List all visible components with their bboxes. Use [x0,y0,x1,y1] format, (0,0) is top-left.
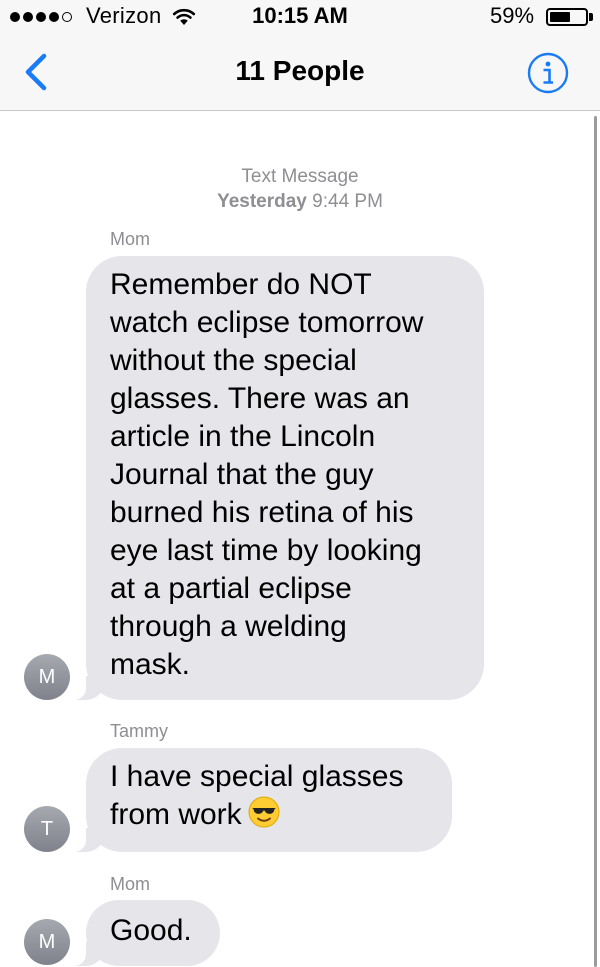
messages-screen: Verizon 10:15 AM 59% 11 People Text Mess… [0,0,600,967]
conversation-timestamp: Yesterday 9:44 PM [0,190,600,213]
scroll-indicator[interactable] [594,116,597,967]
message-text: I have special glasses from work [110,758,428,834]
navigation-bar: 11 People [0,34,600,111]
conversation-title: 11 People [235,55,365,86]
battery-tip [589,13,593,21]
message-bubble[interactable]: Remember do NOT watch eclipse tomorrow w… [66,256,484,700]
timestamp-time: 9:44 PM [312,191,383,212]
battery-percentage: 59% [490,3,535,28]
sunglasses-face-emoji [248,796,280,828]
battery-level-fill [550,12,571,22]
bubble-tail [66,676,104,700]
chevron-left-icon [25,53,47,91]
bubble-tail [66,942,104,966]
avatar[interactable]: M [24,919,70,965]
timestamp-date: Yesterday [217,191,307,212]
conversation-service-label: Text Message [241,166,359,187]
sender-name: Mom [110,229,150,249]
sender-name: Mom [110,874,150,894]
message-text: Remember do NOT watch eclipse tomorrow w… [110,268,424,681]
status-bar: Verizon 10:15 AM 59% [0,0,600,34]
message-bubble[interactable]: I have special glasses from work [66,748,452,852]
bubble-tail [66,828,104,852]
avatar[interactable]: M [24,654,70,700]
avatar[interactable]: T [24,806,70,852]
sender-name: Tammy [110,721,168,741]
back-button[interactable] [18,48,58,96]
info-button[interactable] [526,51,570,95]
battery-icon [546,8,588,26]
info-icon [527,52,569,94]
message-text: Good. [110,914,192,947]
message-bubble[interactable]: Good. [66,900,220,966]
